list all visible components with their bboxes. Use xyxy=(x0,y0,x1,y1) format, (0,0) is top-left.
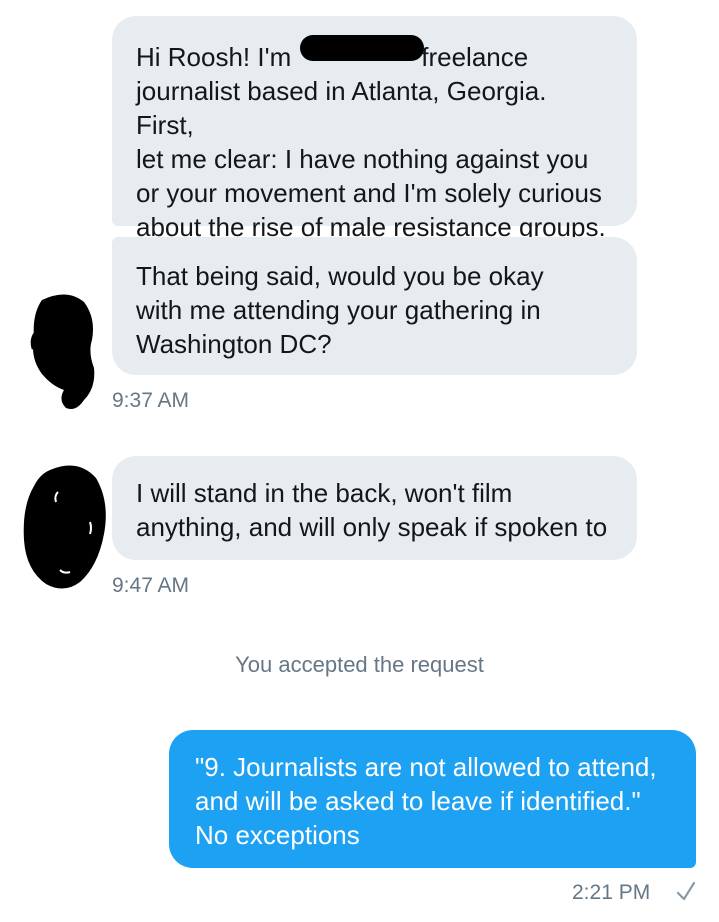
message-line: journalist based in Atlanta, Georgia. Fi… xyxy=(136,76,547,140)
message-line: "9. Journalists are not allowed to atten… xyxy=(195,752,657,782)
message-line: with me attending your gathering in xyxy=(136,295,541,325)
message-line: or your movement and I'm solely curious xyxy=(136,178,602,208)
sender-avatar-redacted xyxy=(30,294,95,409)
message-timestamp: 9:37 AM xyxy=(112,389,190,412)
received-message-bubble[interactable]: I will stand in the back, won't film any… xyxy=(112,456,637,560)
system-notice: You accepted the request xyxy=(235,652,484,677)
received-message-bubble[interactable]: That being said, would you be okay with … xyxy=(112,237,637,375)
message-line: and will be asked to leave if identified… xyxy=(195,786,641,816)
message-line: That being said, would you be okay xyxy=(136,261,544,291)
message-line: Washington DC? xyxy=(136,329,332,359)
message-line: No exceptions xyxy=(195,820,360,850)
message-timestamp: 9:47 AM xyxy=(112,574,190,597)
name-redaction xyxy=(300,35,424,61)
message-timestamp: 2:21 PM xyxy=(572,881,651,904)
message-line: let me clear: I have nothing against you xyxy=(136,144,589,174)
checkmark-icon xyxy=(676,881,696,901)
sender-avatar-redacted xyxy=(23,465,106,589)
sent-message-bubble[interactable]: "9. Journalists are not allowed to atten… xyxy=(169,730,696,868)
message-line: I will stand in the back, won't film xyxy=(136,478,513,508)
message-line: anything, and will only speak if spoken … xyxy=(136,512,608,542)
